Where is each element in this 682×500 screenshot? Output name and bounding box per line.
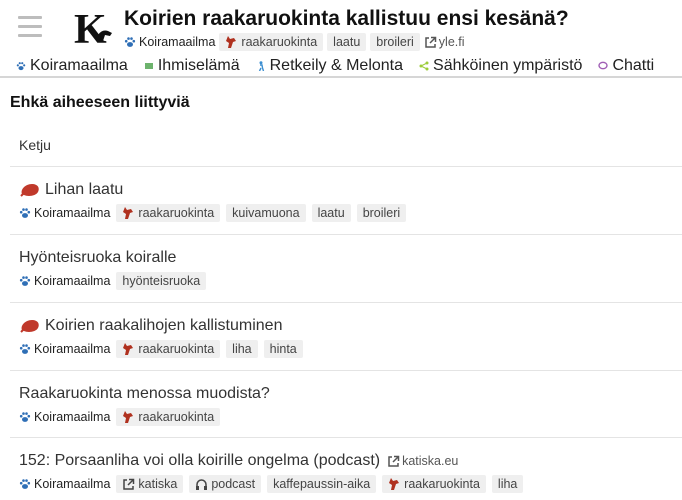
network-icon (419, 61, 429, 71)
category-badge[interactable]: Koiramaailma (124, 35, 215, 49)
nav-item-koiramaailma[interactable]: Koiramaailma (16, 57, 128, 75)
paw-icon (19, 208, 31, 218)
wolf-icon (123, 343, 134, 355)
wolf-icon (389, 478, 400, 490)
paw-icon (19, 344, 31, 354)
category-badge[interactable]: Koiramaailma (19, 342, 110, 356)
topic-tags: Koiramaailma raakaruokinta kuivamuona la… (19, 204, 407, 222)
menu-icon[interactable] (18, 16, 42, 38)
topic-row[interactable]: Raakaruokinta menossa muodista? Koiramaa… (10, 371, 682, 438)
topic-row[interactable]: Lihan laatu Koiramaailma raakaruokinta k… (10, 167, 682, 235)
tag-raakaruokinta[interactable]: raakaruokinta (116, 204, 221, 222)
tag-katiska[interactable]: katiska (116, 475, 184, 493)
tag-laatu[interactable]: laatu (311, 204, 351, 222)
category-badge[interactable]: Koiramaailma (19, 410, 110, 424)
category-badge[interactable]: Koiramaailma (19, 477, 110, 491)
tag-liha[interactable]: liha (226, 340, 258, 358)
tag-kuivamuona[interactable]: kuivamuona (226, 204, 306, 222)
topic-tags: Koiramaailma hyönteisruoka (19, 272, 207, 290)
topic-title-link[interactable]: 152: Porsaanliha voi olla koirille ongel… (19, 452, 458, 470)
topic-title-link[interactable]: Koirien raakalihojen kallistuminen (19, 317, 282, 335)
external-link-icon (388, 455, 400, 467)
external-link-icon (123, 478, 135, 490)
chat-icon (598, 61, 609, 70)
site-logo[interactable]: K (74, 7, 116, 53)
nav-item-ihmiselama[interactable]: Ihmiselämä (144, 57, 240, 75)
paw-icon (124, 37, 136, 47)
meat-emoji-icon (20, 184, 39, 197)
tag-hinta[interactable]: hinta (263, 340, 303, 358)
external-link-icon (425, 36, 437, 48)
wolf-icon (226, 36, 237, 48)
tag-laatu[interactable]: laatu (327, 33, 367, 51)
wolf-icon (123, 411, 134, 423)
topic-row[interactable]: Hyönteisruoka koiralle Koiramaailma hyön… (10, 235, 682, 303)
paw-icon (16, 62, 26, 71)
tag-raakaruokinta[interactable]: raakaruokinta (116, 408, 221, 426)
topic-title-link[interactable]: Raakaruokinta menossa muodista? (19, 385, 270, 403)
topic-tags: Koiramaailma katiska podcast kaffepaussi… (19, 475, 524, 493)
category-badge[interactable]: Koiramaailma (19, 274, 110, 288)
tag-podcast[interactable]: podcast (189, 475, 262, 493)
tag-kaffepaussin-aika[interactable]: kaffepaussin-aika (267, 475, 377, 493)
topic-title-link[interactable]: Lihan laatu (19, 181, 123, 199)
wolf-icon (123, 207, 134, 219)
paw-icon (19, 479, 31, 489)
topic-tags: Koiramaailma raakaruokinta liha hinta (19, 340, 303, 358)
square-icon (144, 63, 153, 69)
category-badge[interactable]: Koiramaailma (19, 206, 110, 220)
headphones-icon (196, 478, 208, 490)
nav-item-sahkoinen[interactable]: Sähköinen ympäristö (419, 57, 582, 75)
topic-row[interactable]: Koirien raakalihojen kallistuminen Koira… (10, 303, 682, 371)
category-label: Koiramaailma (139, 35, 216, 49)
paw-icon (19, 276, 31, 286)
hiker-icon (258, 61, 264, 71)
related-heading: Ehkä aiheeseen liittyviä (10, 94, 190, 111)
category-nav: Koiramaailma Ihmiselämä Retkeily & Melon… (0, 56, 682, 78)
tag-broileri[interactable]: broileri (370, 33, 420, 51)
topic-external-link[interactable]: katiska.eu (387, 454, 458, 468)
topic-row[interactable]: 152: Porsaanliha voi olla koirille ongel… (10, 438, 682, 500)
nav-item-chatti[interactable]: Chatti (598, 57, 654, 75)
title-meta: Koiramaailma raakaruokinta laatu broiler… (124, 33, 465, 51)
tag-hyonteisruoka[interactable]: hyönteisruoka (116, 272, 207, 290)
source-link[interactable]: yle.fi (424, 35, 465, 49)
tag-liha[interactable]: liha (491, 475, 524, 493)
svg-text:K: K (74, 9, 107, 47)
paw-icon (19, 412, 31, 422)
topic-title-link[interactable]: Hyönteisruoka koiralle (19, 249, 176, 267)
tag-raakaruokinta[interactable]: raakaruokinta (116, 340, 221, 358)
nav-item-retkeily[interactable]: Retkeily & Melonta (256, 57, 403, 75)
tag-raakaruokinta[interactable]: raakaruokinta (382, 475, 486, 493)
tag-raakaruokinta[interactable]: raakaruokinta (219, 33, 324, 51)
column-header-topic[interactable]: Ketju (19, 137, 51, 153)
topic-header: K Koirien raakaruokinta kallistuu ensi k… (0, 0, 682, 56)
page-title[interactable]: Koirien raakaruokinta kallistuu ensi kes… (124, 7, 569, 31)
topic-tags: Koiramaailma raakaruokinta (19, 408, 221, 426)
meat-emoji-icon (20, 320, 39, 333)
tag-broileri[interactable]: broileri (356, 204, 407, 222)
